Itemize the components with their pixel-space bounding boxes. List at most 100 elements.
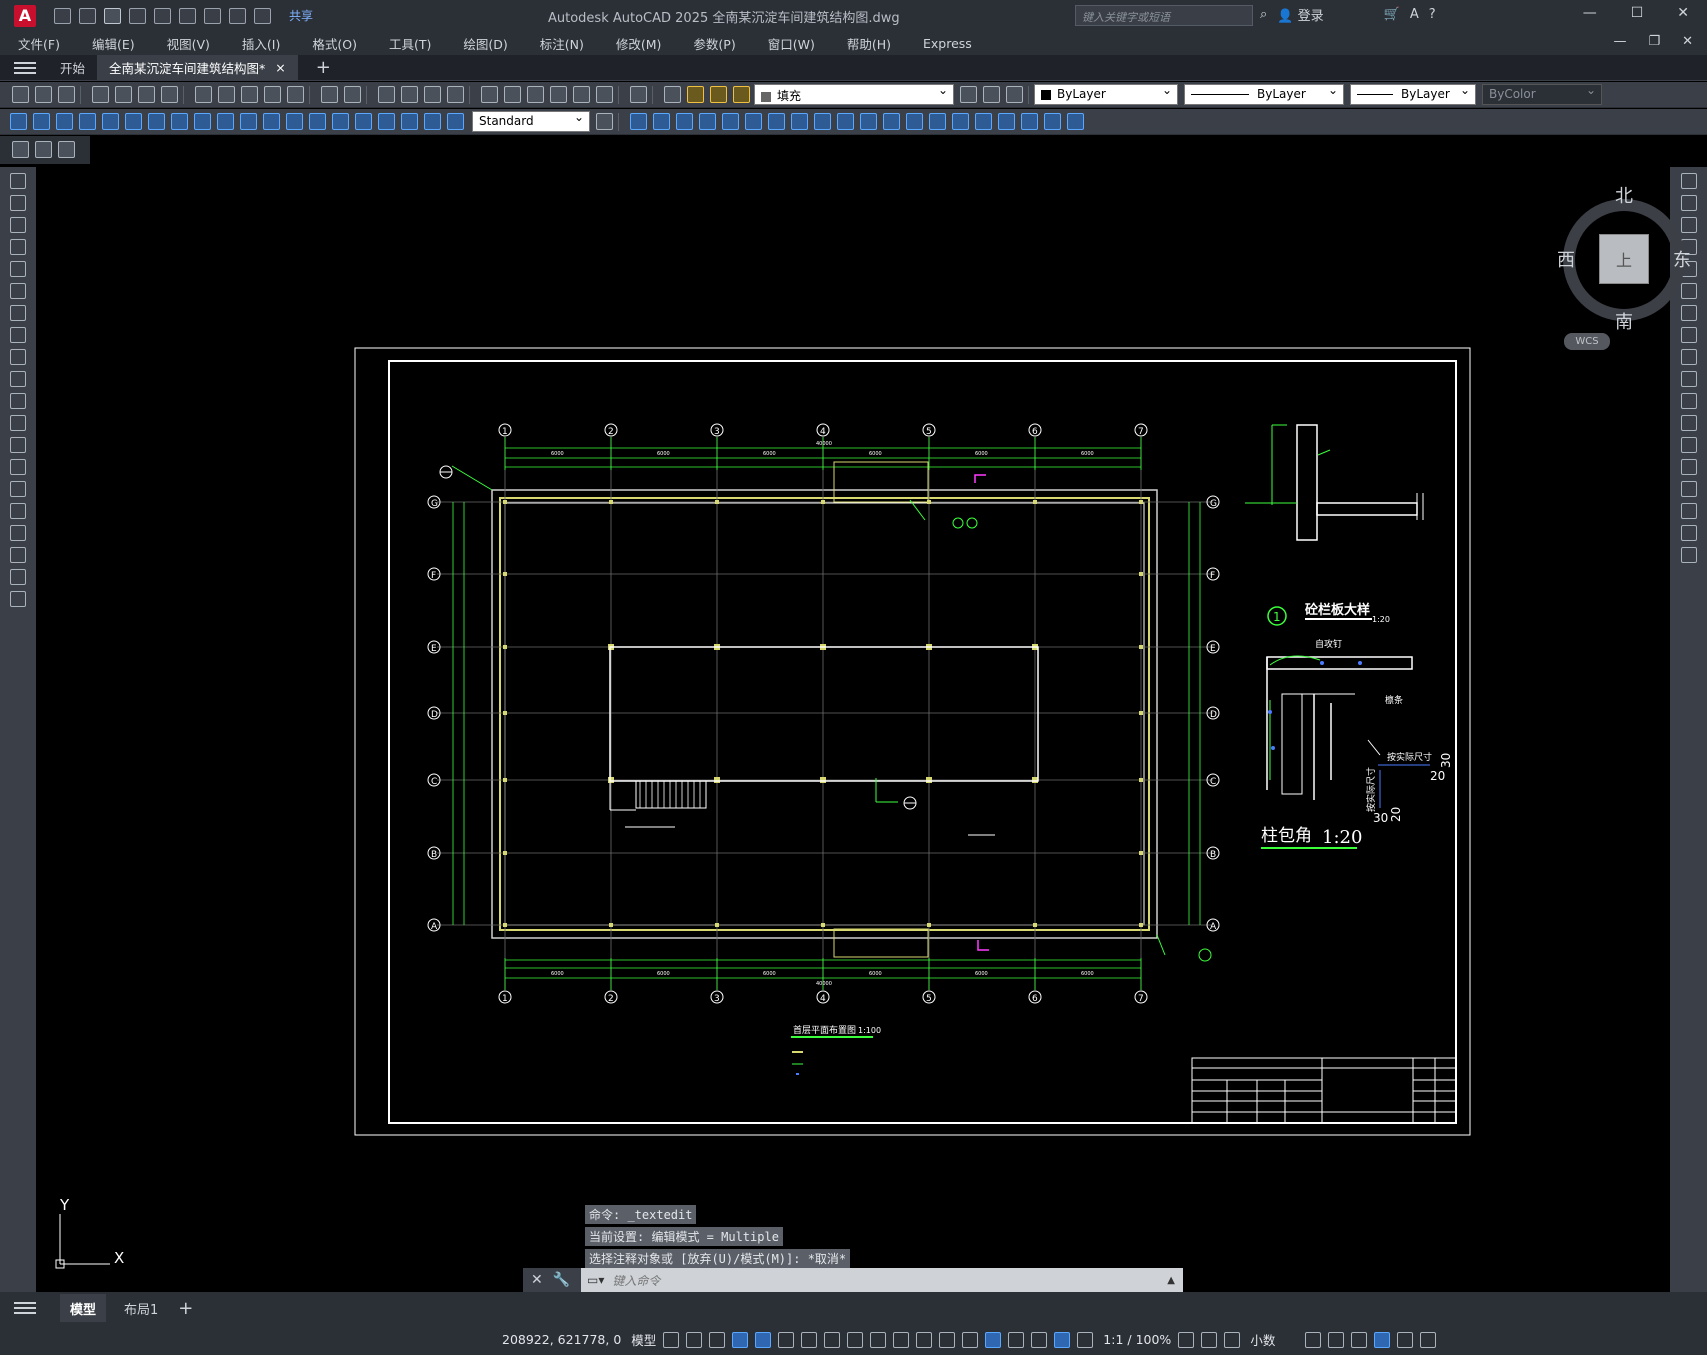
revision-cloud-icon[interactable] [10,327,26,343]
snap-icon[interactable] [686,1331,703,1348]
zoom-previous-icon[interactable] [447,86,464,103]
make-block-icon[interactable] [10,437,26,453]
stretch-icon[interactable] [1680,349,1697,365]
dimension-style-icon[interactable] [596,113,613,130]
new-tab-button[interactable]: + [316,57,331,78]
dimension-space-icon[interactable] [263,113,280,130]
calculator-icon[interactable] [596,86,613,103]
tab-document[interactable]: 全南某沉淀车间建筑结构图* × [97,55,298,80]
help-icon[interactable] [630,86,647,103]
modify-copy-icon[interactable] [630,113,647,130]
modify-explode-icon[interactable] [952,113,969,130]
isolate-objects-icon[interactable] [1351,1331,1368,1348]
ortho-icon[interactable] [755,1331,772,1348]
compass-east[interactable]: 东 [1673,246,1691,272]
modify-splinedit-icon[interactable] [1044,113,1061,130]
color-dropdown[interactable]: ByLayer [1034,83,1178,105]
layer-freeze-icon[interactable] [710,86,727,103]
sheet-set-icon[interactable] [550,86,567,103]
gradient-icon[interactable] [10,503,26,519]
drawing-canvas[interactable]: 6000 6000 6000 6000 6000 6000 6000 6000 6000 6000… [36,167,1691,1292]
modify-fillet-icon[interactable] [929,113,946,130]
menu-dimension[interactable]: 标注(N) [540,34,584,53]
baseline-dimension-icon[interactable] [217,113,234,130]
search-icon[interactable]: ⌕ [1260,7,1267,22]
publish-icon[interactable] [138,86,155,103]
annotation-monitor-icon[interactable] [1201,1331,1218,1348]
tool-palettes-icon[interactable] [527,86,544,103]
layouts-menu-icon[interactable] [14,1302,36,1314]
save-icon[interactable] [104,7,121,24]
radius-dimension-icon[interactable] [102,113,119,130]
jogged-linear-icon[interactable] [378,113,395,130]
continue-dimension-icon[interactable] [240,113,257,130]
rectangle-icon[interactable] [10,261,26,277]
dynamic-input-icon[interactable] [732,1331,749,1348]
isometric-icon[interactable] [801,1331,818,1348]
menu-file[interactable]: 文件(F) [18,34,60,53]
inspection-icon[interactable] [355,113,372,130]
command-history-toggle-icon[interactable]: ▭▾ [587,1273,604,1287]
gizmo-icon[interactable] [1008,1331,1025,1348]
modify-break-icon[interactable] [860,113,877,130]
compass-south[interactable]: 南 [1615,308,1633,334]
modify-rotate-icon[interactable] [745,113,762,130]
app-menu-button[interactable]: A [14,4,36,27]
modify-array-icon[interactable] [699,113,716,130]
customize-status-icon[interactable] [1420,1331,1437,1348]
plot-style-dropdown[interactable]: ByColor [1482,83,1602,105]
layer-lock-icon[interactable] [733,86,750,103]
cut-icon[interactable] [195,86,212,103]
layer-previous-icon[interactable] [983,86,1000,103]
object-snap-tracking-icon[interactable] [824,1331,841,1348]
layer-dropdown[interactable]: 填充 [754,83,954,105]
tab-model[interactable]: 模型 [60,1294,107,1322]
maximize-button[interactable]: ☐ [1631,5,1644,21]
linear-dimension-icon[interactable] [10,113,27,130]
selection-filter-icon[interactable] [985,1331,1002,1348]
mtext-icon[interactable] [10,569,26,585]
explode-icon[interactable] [1680,547,1697,563]
dynamic-ucs-icon[interactable] [962,1331,979,1348]
block-attribute-manager-icon[interactable] [35,141,52,158]
break-icon[interactable] [1680,437,1697,453]
help-icon[interactable]: ? [1429,7,1436,22]
arc-icon[interactable] [10,283,26,299]
doc-minimize-button[interactable]: — [1613,34,1626,49]
model-space-button[interactable]: 模型 [631,1330,656,1349]
polar-tracking-icon[interactable] [778,1331,795,1348]
quick-dimension-icon[interactable] [194,113,211,130]
linetype-dropdown[interactable]: ByLayer [1184,83,1344,105]
graphics-performance-icon[interactable] [1374,1331,1391,1348]
open-web-icon[interactable] [179,7,196,24]
login-button[interactable]: 👤 登录 [1277,5,1323,24]
menu-modify[interactable]: 修改(M) [616,34,662,53]
zoom-window-icon[interactable] [424,86,441,103]
construction-line-icon[interactable] [10,195,26,211]
design-center-icon[interactable] [504,86,521,103]
web-mobile-icon[interactable] [154,7,171,24]
open-icon[interactable] [35,86,52,103]
tab-start[interactable]: 开始 [48,55,97,80]
modify-join-icon[interactable] [883,113,900,130]
new-icon[interactable] [12,86,29,103]
table-icon[interactable] [10,547,26,563]
attribute-extract-icon[interactable] [58,141,75,158]
menu-view[interactable]: 视图(V) [167,34,210,53]
add-selected-icon[interactable] [10,591,26,607]
line-icon[interactable] [10,173,26,189]
modify-erase-icon[interactable] [975,113,992,130]
menu-draw[interactable]: 绘图(D) [463,34,507,53]
arc-length-icon[interactable] [56,113,73,130]
pan-icon[interactable] [378,86,395,103]
3d-object-snap-icon[interactable] [939,1331,956,1348]
tab-layout1[interactable]: 布局1 [114,1294,168,1322]
menu-tools[interactable]: 工具(T) [389,34,431,53]
dimension-break-icon[interactable] [286,113,303,130]
redo-icon[interactable] [254,7,271,24]
grid-icon[interactable] [663,1331,680,1348]
make-object-layer-current-icon[interactable] [960,86,977,103]
break-at-point-icon[interactable] [1680,415,1697,431]
modify-extend-icon[interactable] [837,113,854,130]
close-command-line-icon[interactable]: ✕ [531,1272,543,1288]
